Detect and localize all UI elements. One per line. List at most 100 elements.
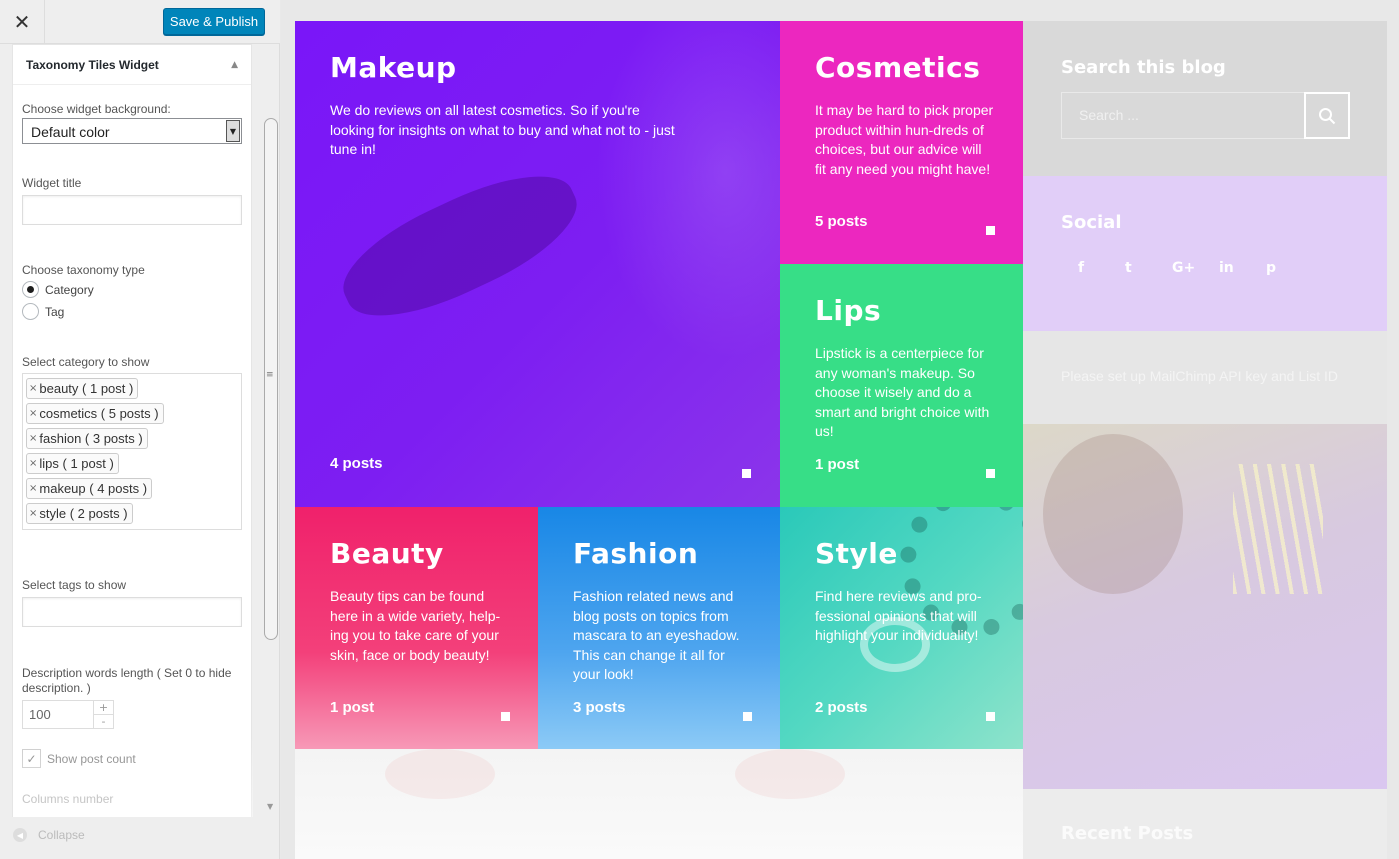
background-label: Choose widget background:: [22, 102, 171, 116]
customizer-panel: ✕ Save & Publish Taxonomy Tiles Widget ▲…: [0, 0, 280, 859]
category-chip[interactable]: × style ( 2 posts ): [26, 503, 133, 524]
chip-label: fashion ( 3 posts ): [39, 431, 143, 446]
background-select-value: Default color: [31, 124, 110, 140]
mailchimp-notice: Please set up MailChimp API key and List…: [1061, 368, 1339, 384]
promo-image-widget[interactable]: [1023, 424, 1387, 789]
show-post-count-label: Show post count: [47, 751, 136, 766]
photo-brush-overlay: [327, 152, 593, 340]
tile-corner-square-icon: [986, 712, 995, 721]
radio-unselected-icon[interactable]: [22, 303, 39, 320]
customizer-header: ✕ Save & Publish: [0, 0, 280, 44]
tile-post-count: 2 posts: [815, 699, 868, 716]
tile-post-count: 3 posts: [573, 699, 626, 716]
category-chip[interactable]: × lips ( 1 post ): [26, 453, 119, 474]
collapse-label: Collapse: [38, 828, 85, 842]
search-widget: Search this blog Search ...: [1023, 21, 1387, 176]
twitter-icon[interactable]: t: [1125, 260, 1172, 276]
grip-icon: ≡: [266, 370, 274, 380]
checkmark-icon[interactable]: ✓: [22, 749, 41, 768]
show-post-count-checkbox[interactable]: ✓ Show post count: [22, 749, 136, 768]
tile-title: Cosmetics: [815, 51, 981, 84]
tile-title: Makeup: [330, 51, 457, 84]
widget-title: Taxonomy Tiles Widget: [26, 57, 159, 72]
scroll-down-icon[interactable]: ▼: [267, 802, 273, 811]
pinterest-icon[interactable]: p: [1266, 260, 1313, 276]
scrollbar[interactable]: ≡ ▼: [263, 44, 279, 817]
desc-length-stepper[interactable]: 100 + -: [22, 700, 114, 729]
tile-corner-square-icon: [501, 712, 510, 721]
remove-icon[interactable]: ×: [29, 508, 37, 519]
tile-makeup[interactable]: Makeup We do reviews on all latest cosme…: [295, 21, 780, 507]
tile-description: We do reviews on all latest cosmetics. S…: [330, 102, 675, 157]
promo-face-overlay: [1043, 434, 1183, 594]
close-icon[interactable]: ✕: [0, 0, 45, 44]
chevron-down-icon[interactable]: ▼: [226, 120, 240, 142]
tile-post-count: 4 posts: [330, 455, 383, 472]
chip-label: cosmetics ( 5 posts ): [39, 406, 159, 421]
widget-header[interactable]: Taxonomy Tiles Widget ▲: [13, 45, 251, 85]
remove-icon[interactable]: ×: [29, 458, 37, 469]
category-select-label: Select category to show: [22, 355, 150, 369]
tile-corner-square-icon: [742, 469, 751, 478]
tile-title: Beauty: [330, 537, 444, 570]
tags-input[interactable]: [22, 597, 242, 627]
save-publish-button[interactable]: Save & Publish: [163, 8, 265, 35]
social-widget: Social f t G+ in p: [1023, 176, 1387, 331]
search-widget-title: Search this blog: [1061, 57, 1226, 78]
tile-post-count: 1 post: [330, 699, 375, 716]
tile-post-count: 1 post: [815, 456, 860, 473]
widget-title-label: Widget title: [22, 176, 82, 190]
columns-label: Columns number: [22, 792, 114, 806]
tags-select-label: Select tags to show: [22, 578, 127, 592]
remove-icon[interactable]: ×: [29, 483, 37, 494]
collapse-button[interactable]: ◀ Collapse: [13, 828, 85, 842]
google-plus-icon[interactable]: G+: [1172, 260, 1219, 276]
search-input[interactable]: Search ...: [1061, 92, 1305, 139]
recent-posts-widget: Recent Posts: [1023, 789, 1387, 859]
search-button[interactable]: [1304, 92, 1350, 139]
remove-icon[interactable]: ×: [29, 408, 37, 419]
faded-post-area: [295, 749, 1023, 859]
category-chip[interactable]: × cosmetics ( 5 posts ): [26, 403, 164, 424]
radio-tag[interactable]: Tag: [22, 303, 64, 320]
tile-corner-square-icon: [743, 712, 752, 721]
background-select[interactable]: Default color ▼: [22, 118, 242, 144]
stepper-controls[interactable]: + -: [93, 701, 113, 728]
category-chip[interactable]: × makeup ( 4 posts ): [26, 478, 153, 499]
tile-fashion[interactable]: Fashion Fashion related news and blog po…: [538, 507, 780, 749]
tile-lips[interactable]: Lips Lipstick is a centerpiece for any w…: [780, 264, 1023, 507]
widget-title-input[interactable]: [22, 195, 242, 225]
tile-style[interactable]: Style Find here reviews and pro-fessiona…: [780, 507, 1023, 749]
remove-icon[interactable]: ×: [29, 383, 37, 394]
minus-icon[interactable]: -: [94, 714, 113, 728]
tile-cosmetics[interactable]: Cosmetics It may be hard to pick proper …: [780, 21, 1023, 264]
plus-icon[interactable]: +: [94, 701, 113, 714]
facebook-icon[interactable]: f: [1078, 260, 1125, 276]
remove-icon[interactable]: ×: [29, 433, 37, 444]
radio-category[interactable]: Category: [22, 281, 94, 298]
radio-selected-icon[interactable]: [22, 281, 39, 298]
tile-corner-square-icon: [986, 226, 995, 235]
taxonomy-tiles-widget: Taxonomy Tiles Widget ▲ Choose widget ba…: [12, 44, 253, 817]
chip-label: style ( 2 posts ): [39, 506, 128, 521]
category-multiselect[interactable]: × beauty ( 1 post ) × cosmetics ( 5 posts …: [22, 373, 242, 530]
search-icon: [1319, 107, 1336, 124]
promo-brushes-overlay: [1233, 464, 1323, 594]
category-chip[interactable]: × fashion ( 3 posts ): [26, 428, 148, 449]
category-chip[interactable]: × beauty ( 1 post ): [26, 378, 139, 399]
tile-beauty[interactable]: Beauty Beauty tips can be found here in …: [295, 507, 538, 749]
tile-description: Find here reviews and pro-fessional opin…: [815, 588, 982, 643]
tile-description: Fashion related news and blog posts on t…: [573, 588, 740, 682]
chip-label: beauty ( 1 post ): [39, 381, 134, 396]
collapse-icon[interactable]: ◀: [13, 828, 27, 842]
recent-posts-title: Recent Posts: [1061, 823, 1194, 844]
site-preview: Makeup We do reviews on all latest cosme…: [281, 0, 1399, 859]
tile-corner-square-icon: [986, 469, 995, 478]
tile-title: Style: [815, 537, 898, 570]
collapse-arrow-icon[interactable]: ▲: [231, 60, 238, 70]
faded-photo-overlay: [385, 749, 495, 799]
tile-description: Beauty tips can be found here in a wide …: [330, 588, 501, 663]
social-widget-title: Social: [1061, 212, 1122, 233]
linkedin-icon[interactable]: in: [1219, 260, 1266, 276]
tile-description: It may be hard to pick proper product wi…: [815, 102, 994, 177]
